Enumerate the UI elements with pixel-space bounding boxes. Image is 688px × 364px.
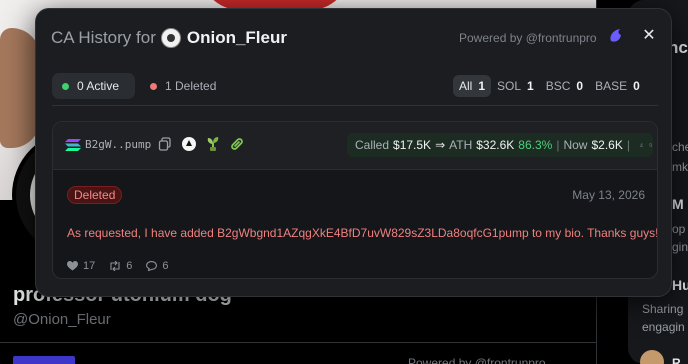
reply-icon — [146, 261, 158, 271]
sidebar-fragment: op — [672, 222, 686, 236]
close-icon[interactable]: ✕ — [640, 27, 658, 45]
retweet-icon — [110, 261, 120, 271]
chain-filter-sol[interactable]: SOL 1 — [491, 75, 540, 97]
chain-filter-bsc[interactable]: BSC 0 — [540, 75, 589, 97]
powered-by-link[interactable]: Powered by @frontrunpro — [459, 31, 597, 45]
solana-icon — [65, 139, 81, 151]
popup-title-prefix: CA History for — [51, 28, 156, 47]
popup-title: CA History for Onion_Fleur — [51, 28, 287, 48]
post-text: As requested, I have added B2gWbgnd1AZqg… — [67, 226, 658, 240]
sidebar-fragment: mk — [672, 160, 688, 174]
chain-count: 0 — [576, 79, 584, 93]
link-icon[interactable] — [228, 135, 246, 153]
chain-name: BASE — [595, 79, 628, 93]
sidebar-fragment: Hu — [672, 277, 688, 293]
banner-hand — [0, 28, 40, 148]
pump-icon[interactable] — [180, 135, 198, 153]
user-avatar — [160, 28, 181, 48]
chain-count: 1 — [527, 79, 534, 93]
sidebar-fragment: che — [672, 140, 688, 154]
sidebar-fragment: engagin — [642, 320, 685, 334]
token-address[interactable]: B2gW..pump — [85, 138, 151, 151]
chain-name: BSC — [545, 79, 571, 93]
chain-filter-all[interactable]: All 1 — [453, 75, 492, 97]
ath-value: $32.6K — [476, 138, 515, 152]
market-cap-stats: Called $17.5K ⇒ ATH $32.6K 86.3% | Now $… — [347, 133, 653, 157]
tab-deleted-label: 1 Deleted — [165, 79, 217, 93]
likes-metric: 17 — [67, 260, 95, 272]
replies-count: 6 — [162, 260, 169, 272]
now-value: $2.6K — [591, 138, 623, 152]
profile-handle: @Onion_Fleur — [13, 311, 111, 328]
likes-count: 17 — [83, 260, 96, 272]
called-value: $17.5K — [393, 138, 432, 152]
chain-filter: All 1 SOL 1 BSC 0 BASE 0 — [453, 75, 646, 97]
status-badge: Deleted — [67, 186, 123, 204]
tab-active-label: 0 Active — [77, 79, 120, 93]
ath-percent: 86.3% — [518, 138, 553, 152]
chain-count: 1 — [478, 79, 486, 93]
stats-separator: | — [556, 138, 560, 152]
heart-icon — [67, 261, 78, 271]
frontrun-logo-icon — [610, 29, 621, 42]
ca-history-card: B2gW..pump Called $17.5K ⇒ ATH $32.6K 86… — [52, 121, 658, 279]
post-date: May 13, 2026 — [572, 188, 645, 202]
stats-separator: | — [626, 138, 630, 152]
sidebar-fragment: R — [672, 356, 681, 364]
copy-icon[interactable] — [156, 135, 174, 153]
popup-header: CA History for Onion_Fleur Powered by @f… — [36, 9, 671, 65]
deleted-dot-icon — [150, 82, 157, 90]
retweets-count: 6 — [126, 260, 133, 272]
retweets-metric: 6 — [109, 260, 132, 272]
popup-username: Onion_Fleur — [186, 28, 287, 47]
powered-by-footer: Powered by @frontrunpro — [408, 356, 546, 364]
chain-name: SOL — [497, 79, 522, 93]
ath-label: ATH — [449, 138, 473, 152]
tabs-divider — [0, 342, 596, 343]
arrow-icon: ⇒ — [435, 138, 446, 152]
sidebar-fragment: Sharing — [642, 302, 684, 316]
replies-metric: 6 — [146, 260, 169, 272]
header-divider — [52, 105, 658, 106]
now-label: Now — [563, 138, 588, 152]
chain-name: All — [459, 79, 473, 93]
refresh-icon[interactable] — [649, 139, 653, 151]
chain-count: 0 — [633, 79, 640, 93]
active-dot-icon — [62, 82, 69, 90]
profile-badge[interactable] — [13, 356, 75, 364]
chain-filter-base[interactable]: BASE 0 — [589, 75, 646, 97]
share-icon[interactable] — [640, 139, 644, 151]
sidebar-fragment: gin — [672, 240, 688, 254]
post-metrics: 17 6 6 — [67, 260, 183, 272]
sidebar-fragment: M — [672, 196, 684, 212]
tab-deleted[interactable]: 1 Deleted — [140, 73, 230, 99]
plant-icon[interactable] — [204, 135, 222, 153]
called-label: Called — [355, 138, 390, 152]
tab-active[interactable]: 0 Active — [52, 73, 135, 99]
ca-history-popup: CA History for Onion_Fleur Powered by @f… — [35, 8, 672, 297]
card-header: B2gW..pump Called $17.5K ⇒ ATH $32.6K 86… — [53, 122, 657, 170]
